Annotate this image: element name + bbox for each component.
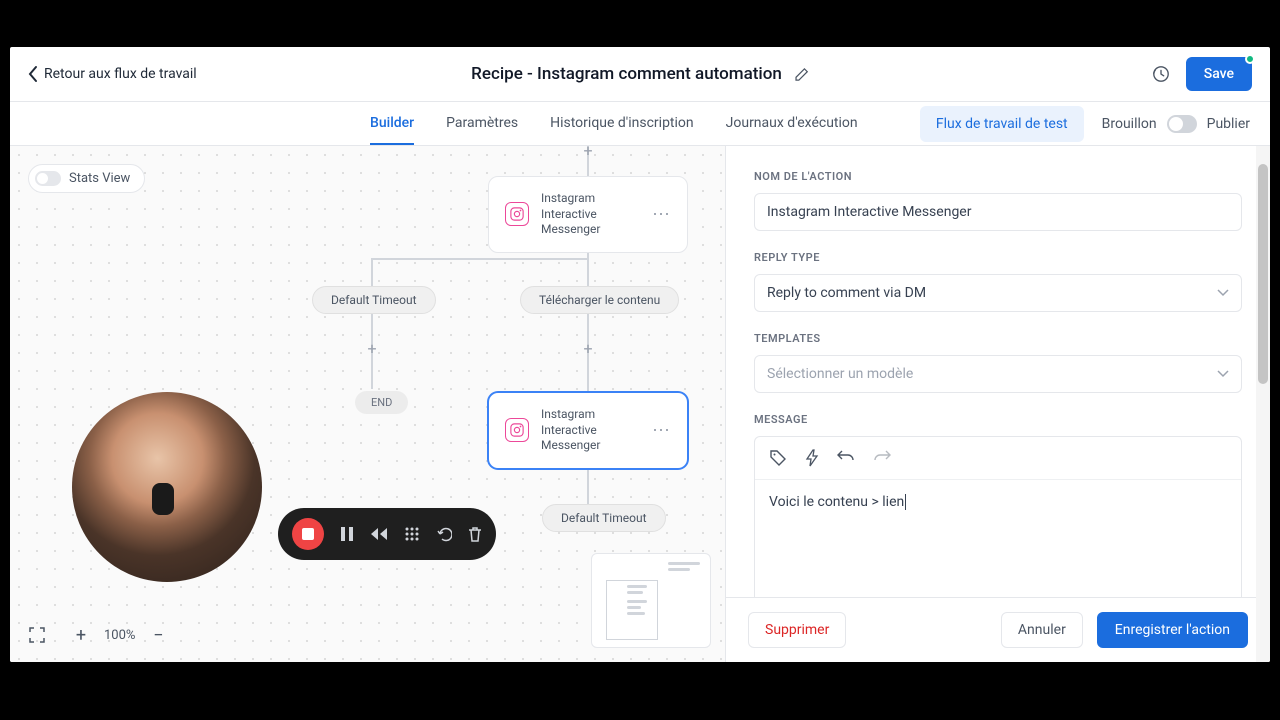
publish-toggle[interactable] (1167, 115, 1197, 133)
chevron-down-icon (1217, 289, 1229, 297)
branch-default-timeout-2[interactable]: Default Timeout (542, 504, 666, 532)
rewind-icon[interactable] (370, 527, 388, 541)
delete-button[interactable]: Supprimer (748, 612, 846, 648)
tab-parameters[interactable]: Paramètres (446, 103, 518, 145)
undo-icon[interactable] (837, 449, 855, 467)
webcam-overlay (72, 392, 262, 582)
tab-history[interactable]: Historique d'inscription (550, 103, 694, 145)
back-button[interactable]: Retour aux flux de travail (28, 65, 197, 83)
trash-icon[interactable] (468, 526, 482, 542)
tag-icon[interactable] (769, 449, 787, 467)
toggle-icon (35, 171, 61, 186)
test-workflow-button[interactable]: Flux de travail de test (920, 106, 1084, 142)
grid-icon[interactable] (404, 526, 420, 542)
instagram-icon (505, 418, 529, 442)
undo-icon[interactable] (436, 526, 452, 542)
action-panel: NOM DE L'ACTION REPLY TYPE Reply to comm… (725, 146, 1270, 662)
message-editor: Voici le contenu > lien (754, 436, 1242, 597)
save-action-button[interactable]: Enregistrer l'action (1097, 612, 1248, 648)
add-node-button[interactable]: + (365, 341, 379, 355)
stats-view-toggle[interactable]: Stats View (28, 164, 145, 193)
add-node-button[interactable]: + (581, 341, 595, 355)
cancel-button[interactable]: Annuler (1001, 612, 1083, 648)
node-menu-icon[interactable]: ⋯ (652, 426, 671, 435)
end-node[interactable]: END (355, 391, 408, 414)
history-icon[interactable] (1152, 65, 1170, 83)
top-bar: Retour aux flux de travail Recipe - Inst… (10, 47, 1270, 102)
action-name-input[interactable] (754, 193, 1242, 231)
bolt-icon[interactable] (805, 449, 819, 467)
node-menu-icon[interactable]: ⋯ (652, 210, 671, 219)
save-button[interactable]: Save (1186, 57, 1252, 91)
zoom-controls: + 100% − (28, 626, 167, 644)
pause-icon[interactable] (340, 526, 354, 542)
branch-download-content[interactable]: Télécharger le contenu (520, 286, 679, 314)
stop-record-button[interactable] (292, 518, 324, 550)
draft-label: Brouillon (1102, 116, 1157, 132)
unsaved-indicator (1245, 54, 1255, 64)
fullscreen-icon[interactable] (28, 626, 46, 644)
page-title: Recipe - Instagram comment automation (471, 64, 782, 84)
chevron-left-icon (28, 65, 38, 83)
message-textarea[interactable]: Voici le contenu > lien (755, 480, 1241, 597)
scrollbar[interactable] (1256, 146, 1270, 662)
message-label: MESSAGE (754, 413, 1242, 426)
instagram-icon (505, 202, 529, 226)
redo-icon[interactable] (873, 449, 891, 467)
back-label: Retour aux flux de travail (44, 66, 197, 82)
tab-builder[interactable]: Builder (370, 103, 414, 145)
workflow-node-instagram-2[interactable]: Instagram Interactive Messenger ⋯ (488, 392, 688, 469)
templates-select[interactable]: Sélectionner un modèle (754, 355, 1242, 393)
add-node-button[interactable]: + (581, 146, 595, 157)
recording-toolbar (278, 508, 496, 560)
zoom-out-button[interactable]: − (149, 626, 167, 644)
branch-default-timeout[interactable]: Default Timeout (312, 286, 436, 314)
minimap[interactable] (591, 553, 711, 648)
tab-logs[interactable]: Journaux d'exécution (726, 103, 858, 145)
templates-label: TEMPLATES (754, 332, 1242, 345)
reply-type-label: REPLY TYPE (754, 251, 1242, 264)
tab-bar: Builder Paramètres Historique d'inscript… (10, 102, 1270, 146)
zoom-in-button[interactable]: + (72, 626, 90, 644)
action-name-label: NOM DE L'ACTION (754, 170, 1242, 183)
pencil-icon[interactable] (794, 67, 809, 82)
publish-label: Publier (1207, 116, 1250, 132)
reply-type-select[interactable]: Reply to comment via DM (754, 274, 1242, 312)
workflow-canvas[interactable]: Stats View + Instagram Interactive Messe… (10, 146, 725, 662)
scrollbar-thumb[interactable] (1258, 164, 1268, 384)
zoom-level: 100% (104, 628, 135, 643)
chevron-down-icon (1217, 370, 1229, 378)
workflow-node-instagram-1[interactable]: Instagram Interactive Messenger ⋯ (488, 176, 688, 253)
